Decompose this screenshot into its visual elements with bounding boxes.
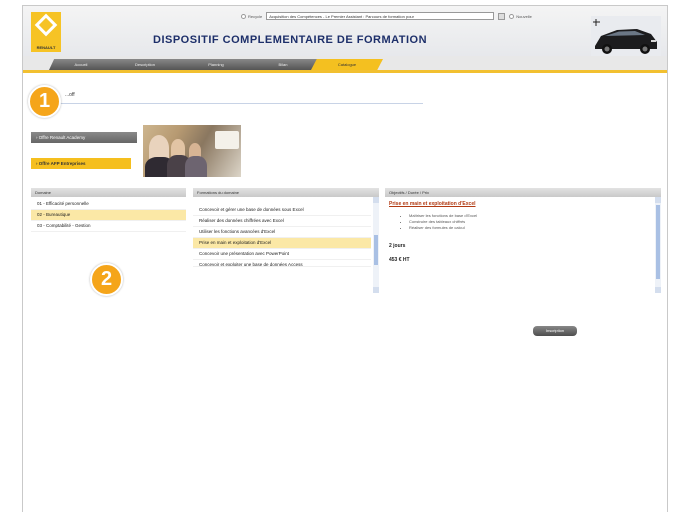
domain-item[interactable]: 01 - Efficacité personnelle — [31, 197, 186, 210]
meeting-photo — [143, 125, 241, 177]
objective-bullets: Maîtriser les fonctions de base d'Excel … — [409, 213, 661, 231]
radio-nouvelle[interactable]: Nouvelle — [509, 13, 532, 19]
tab-description[interactable]: Description — [105, 59, 185, 70]
objective-bullet: Réaliser des formules de calcul — [409, 225, 661, 231]
tab-planning[interactable]: Planning — [177, 59, 255, 70]
radio-icon — [509, 13, 515, 19]
radio-recycle[interactable]: Recycle — [241, 13, 263, 19]
formation-item-selected[interactable]: Prise en main et exploitation d'Excel — [193, 238, 371, 249]
formations-list: Concevoir et gérer une base de données s… — [193, 197, 371, 267]
formations-scrollbar[interactable] — [373, 197, 379, 293]
objective-title-link[interactable]: Prise en main et exploitation d'Excel — [385, 197, 661, 207]
formation-item[interactable]: Réaliser des données chiffrées avec Exce… — [193, 216, 371, 227]
renault-logo[interactable]: RENAULT — [31, 12, 61, 52]
dropdown-button[interactable] — [498, 12, 506, 20]
scroll-up-icon[interactable] — [373, 197, 379, 203]
scroll-up-icon[interactable] — [655, 197, 661, 203]
formation-item[interactable]: Concevoir et exploiter une base de donné… — [193, 260, 371, 267]
tab-catalogue[interactable]: Catalogue — [311, 59, 383, 70]
tab-accueil[interactable]: Accueil — [49, 59, 113, 70]
search-input[interactable]: Acquisition des Compétences - Le Premier… — [266, 12, 495, 20]
step-badge-1: 1 — [28, 85, 61, 118]
step-badge-2: 2 — [90, 263, 123, 296]
scroll-down-icon[interactable] — [373, 287, 379, 293]
top-search-bar: Recycle Acquisition des Compétences - Le… — [241, 12, 532, 20]
section-title: ...off — [35, 92, 423, 104]
domain-panel: Domaine 01 - Efficacité personnelle 02 -… — [31, 188, 186, 232]
formation-item[interactable]: Concevoir une présentation avec PowerPoi… — [193, 249, 371, 260]
radio-icon — [241, 13, 246, 19]
scroll-thumb[interactable] — [374, 235, 378, 265]
brand-label: RENAULT — [36, 45, 56, 50]
offer-afp-entreprises-button[interactable]: › Offre AFP Entreprises — [31, 158, 131, 169]
objectives-panel: Objectifs / Durée / Prix Prise en main e… — [385, 188, 661, 294]
domain-item[interactable]: 03 - Comptabilité - Gestion — [31, 221, 186, 232]
domain-list: 01 - Efficacité personnelle 02 - Bureaut… — [31, 197, 186, 232]
scroll-down-icon[interactable] — [655, 287, 661, 293]
formation-item[interactable]: Concevoir et gérer une base de données s… — [193, 205, 371, 216]
formations-header: Formations du domaine — [193, 188, 379, 197]
domain-item-selected[interactable]: 02 - Bureautique — [31, 210, 186, 221]
objectives-header: Objectifs / Durée / Prix — [385, 188, 661, 197]
objectives-scrollbar[interactable] — [655, 197, 661, 293]
app-frame: RENAULT Recycle Acquisition des Compéten… — [22, 5, 668, 512]
inscription-button[interactable]: Inscription — [533, 326, 577, 336]
page-title: DISPOSITIF COMPLEMENTAIRE DE FORMATION — [153, 34, 428, 46]
offer-renault-academy-button[interactable]: › Offre Renault Academy — [31, 132, 137, 143]
scroll-thumb[interactable] — [656, 205, 660, 279]
domain-header: Domaine — [31, 188, 186, 197]
formations-panel: Formations du domaine Concevoir et gérer… — [193, 188, 379, 294]
duration-value: 2 jours — [389, 243, 406, 249]
price-value: 453 € HT — [389, 257, 410, 263]
car-image — [591, 16, 661, 58]
radio-label: Recycle — [248, 13, 263, 19]
formation-item[interactable]: Utiliser les fonctions avancées d'Excel — [193, 227, 371, 238]
renault-diamond-icon — [34, 13, 58, 37]
tab-bar: Accueil Description Planning Bilan Catal… — [23, 56, 667, 73]
tab-bilan[interactable]: Bilan — [247, 59, 319, 70]
radio-label: Nouvelle — [516, 13, 532, 19]
